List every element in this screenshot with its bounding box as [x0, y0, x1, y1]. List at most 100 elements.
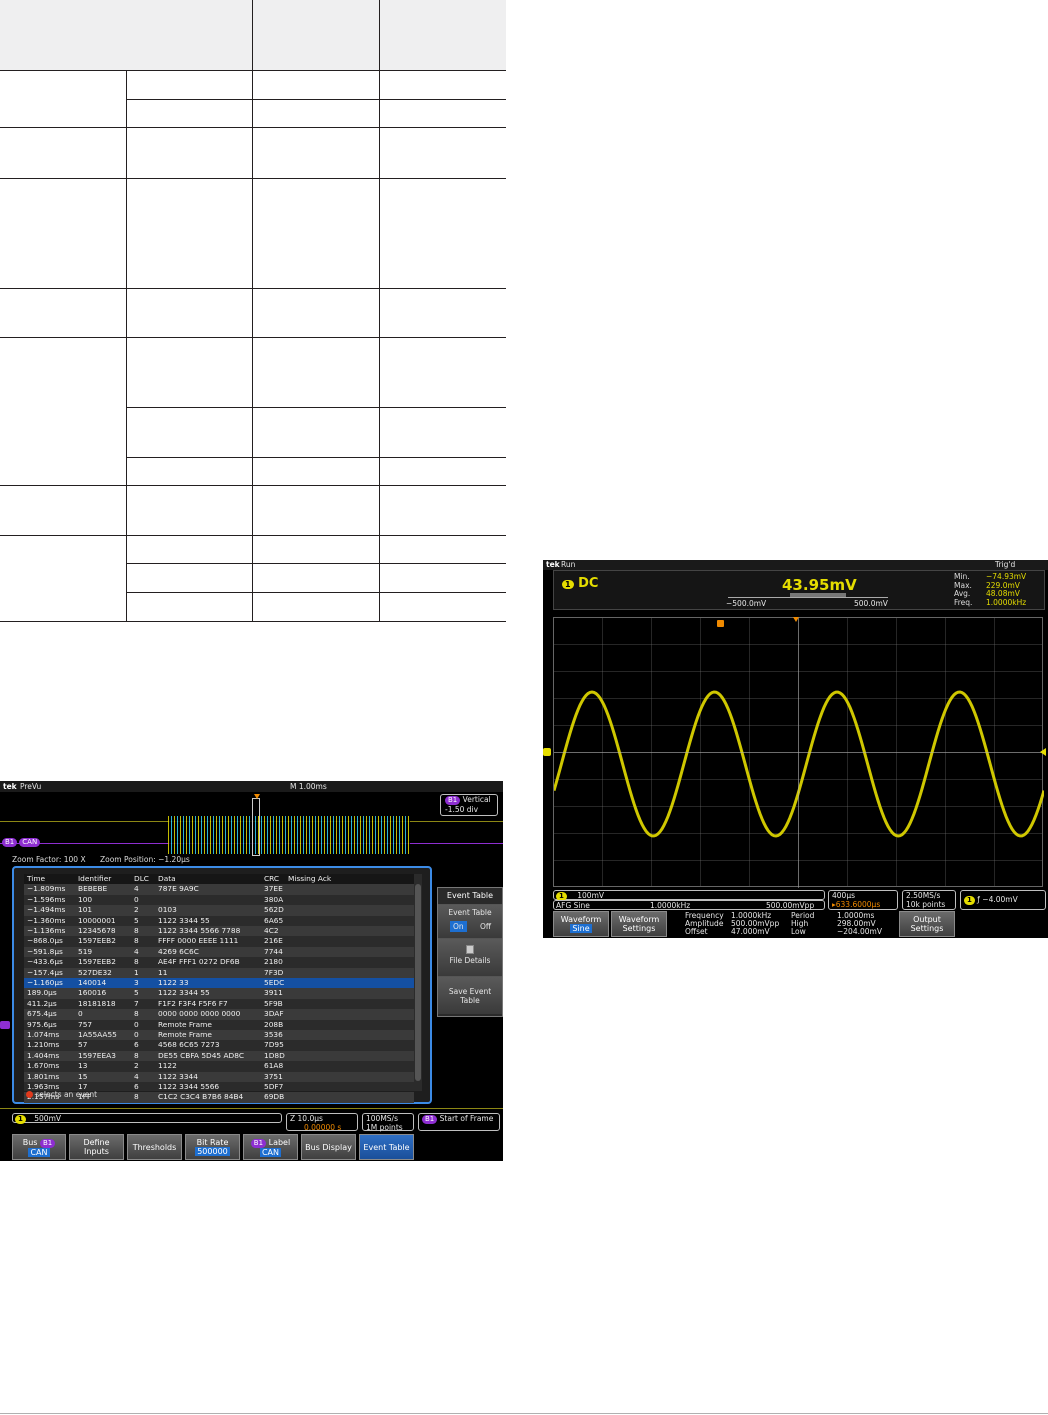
trigger-position: ▸633.6000µs	[832, 900, 881, 909]
cell-time: 1.074ms	[27, 1030, 60, 1039]
cell-time: 1.801ms	[27, 1071, 60, 1081]
cell-identifier: BEBEBE	[78, 884, 108, 894]
cell-identifier: 160016	[78, 988, 107, 998]
toggle-off[interactable]: Off	[480, 922, 491, 931]
table-row[interactable]: 1.404ms 1597EEA3 8 DE55 CBFA 5D45 AD8C 1D8D	[24, 1050, 414, 1062]
group-cell	[0, 288, 126, 338]
save-event-table-button[interactable]: Save Event Table	[438, 976, 502, 1014]
table-row[interactable]: −868.0µs 1597EEB2 8 FFFF 0000 EEEE 1111 216E	[24, 936, 414, 946]
ch1-scale-box[interactable]: 1 100mV	[553, 890, 825, 901]
waveform-button[interactable]: Waveform Sine	[553, 911, 609, 937]
center-v-axis	[798, 618, 799, 888]
table-row[interactable]: 189.0µs 160016 5 1122 3344 55 3911	[24, 988, 414, 999]
cell-crc: 7F3D	[264, 967, 284, 977]
ch1-scale-box[interactable]: 1 500mV	[12, 1113, 282, 1124]
table-row[interactable]: −1.809ms BEBEBE 4 787E 9A9C 37EE	[24, 884, 414, 895]
event-table-toggle[interactable]: Event Table On Off	[438, 904, 502, 938]
cell-time: −433.6µs	[27, 957, 63, 967]
table-row[interactable]: −1.494ms 101 2 0103 562D	[24, 905, 414, 916]
table-row[interactable]: −433.6µs 1597EEB2 8 AE4F FFF1 0272 DF6B 2180	[24, 957, 414, 967]
table-row[interactable]: 1.801ms 15 4 1122 3344 3751	[24, 1071, 414, 1082]
range-min: −500.0mV	[726, 599, 767, 608]
expansion-point-icon	[793, 617, 799, 622]
cell-identifier: 519	[78, 946, 93, 956]
cell-crc: 2180	[264, 957, 283, 967]
cell-time: −1.360ms	[27, 915, 66, 925]
table-row[interactable]: 975.6µs 757 0 Remote Frame 208B	[24, 1020, 414, 1030]
zoom-info: Zoom Factor: 100 X Zoom Position: −1.20µ…	[12, 855, 190, 864]
zoom-scale-box[interactable]: Z 10.0µs 0.00000 s	[286, 1113, 358, 1132]
table-row[interactable]: −591.8µs 519 4 4269 6C6C 7744	[24, 946, 414, 958]
define-inputs-button[interactable]: Define Inputs	[69, 1134, 124, 1160]
table-row[interactable]: −1.160µs 140014 3 1122 33 5EDC	[24, 978, 414, 989]
cell-dlc: 2	[134, 905, 139, 915]
group-cell	[0, 127, 126, 179]
trigger-level-marker[interactable]	[1040, 748, 1046, 756]
cell-crc: 4C2	[264, 926, 279, 935]
bus-side-marker	[0, 1021, 10, 1029]
waveform-settings-button[interactable]: Waveform Settings	[611, 911, 667, 937]
param-value: 47.000mV	[731, 927, 770, 937]
cell-dlc: 1	[134, 967, 139, 977]
readout-strip: 1 100mV AFG Sine 1.0000kHz 500.00mVpp 40…	[553, 890, 1048, 910]
label-button[interactable]: B1 Label CAN	[243, 1134, 298, 1160]
toggle-on[interactable]: On	[450, 921, 467, 932]
table-row[interactable]: 1.074ms 1A55AA55 0 Remote Frame 3536	[24, 1030, 414, 1041]
zoom-position: Zoom Position: −1.20µs	[99, 855, 190, 864]
table-row[interactable]: 411.2µs 18181818 7 F1F2 F3F4 F5F6 F7 5F9B	[24, 999, 414, 1009]
table-row[interactable]: 675.4µs 0 8 0000 0000 0000 0000 3DAF	[24, 1009, 414, 1020]
table-row[interactable]: 1.210ms 57 6 4568 6C65 7273 7D95	[24, 1040, 414, 1050]
table-row[interactable]: 1.670ms 13 2 1122 61A8	[24, 1061, 414, 1071]
vertical-position-box[interactable]: B1 Vertical -1.50 div	[440, 794, 498, 816]
acquisition-box[interactable]: 100MS/s 1M points	[362, 1113, 414, 1132]
event-table-header: Time Identifier DLC Data CRC Missing Ack	[24, 874, 414, 885]
cell-data: 1122 3344 55	[158, 915, 210, 925]
spec-table-header	[0, 0, 506, 71]
cell-dlc: 4	[134, 884, 139, 894]
acquisition-box[interactable]: 2.50MS/s 10k points	[902, 890, 956, 910]
acquisition-status: Run	[561, 560, 576, 569]
cell-identifier: 18181818	[78, 998, 116, 1008]
table-row[interactable]: −157.4µs 527DE32 1 11 7F3D	[24, 967, 414, 978]
event-table-scrollbar[interactable]	[415, 884, 421, 1081]
thresholds-button[interactable]: Thresholds	[127, 1134, 182, 1160]
cell-identifier: 0	[78, 1009, 83, 1019]
cell-identifier: 1597EEA3	[78, 1050, 116, 1060]
bus-select-button[interactable]: Bus B1 CAN	[12, 1134, 66, 1160]
output-settings-button[interactable]: Output Settings	[899, 911, 955, 937]
cell-crc: 6A65	[264, 915, 284, 925]
cell-data: 1122 3344 5566 7788	[158, 926, 241, 935]
file-details-button[interactable]: File Details	[438, 938, 502, 976]
event-hint: selects an event	[26, 1090, 97, 1099]
trigger-position-icon[interactable]	[717, 620, 724, 627]
cell-crc: 37EE	[264, 884, 283, 894]
cell-time: −868.0µs	[27, 936, 63, 946]
trigger-box[interactable]: B1 Start of Frame	[418, 1113, 500, 1131]
bit-rate-button[interactable]: Bit Rate 500000	[185, 1134, 240, 1160]
table-row[interactable]: −1.596ms 100 0 380A	[24, 895, 414, 905]
cell-dlc: 8	[134, 1009, 139, 1019]
trigger-type: Start of Frame	[439, 1114, 494, 1123]
cell-data: Remote Frame	[158, 1030, 212, 1039]
cell-data: 1122 3344	[158, 1071, 198, 1081]
sine-trace	[554, 690, 1044, 838]
ch1-ground-marker[interactable]	[543, 748, 551, 756]
horizontal-box[interactable]: 400µs ▸633.6000µs	[828, 890, 898, 910]
event-table-button[interactable]: Event Table	[359, 1134, 414, 1160]
table-row[interactable]: −1.136ms 12345678 8 1122 3344 5566 7788 4C2	[24, 926, 414, 937]
trigger-box[interactable]: 1 ƒ −4.00mV	[960, 890, 1046, 910]
zoom-scale: Z 10.0µs	[290, 1114, 323, 1123]
cell-dlc: 0	[134, 1019, 139, 1029]
cell-identifier: 101	[78, 905, 93, 915]
afg-parameters: Frequency 1.0000kHz Period 1.0000ms Amplitud…	[671, 911, 901, 937]
record-length: 1M points	[366, 1123, 403, 1132]
table-row	[0, 535, 506, 622]
scope-screen-afg-sine: tek Run Trig'd 1 DC 43.95mV −500.0mV 500…	[543, 560, 1048, 938]
cell-data: AE4F FFF1 0272 DF6B	[158, 957, 240, 967]
cell-data: F1F2 F3F4 F5F6 F7	[158, 998, 228, 1008]
cell-time: 189.0µs	[27, 988, 57, 998]
afg-box[interactable]: AFG Sine 1.0000kHz 500.00mVpp	[553, 900, 825, 910]
table-row[interactable]: −1.360ms 10000001 5 1122 3344 55 6A65	[24, 916, 414, 926]
bus-display-button[interactable]: Bus Display	[301, 1134, 356, 1160]
zoom-window-marker[interactable]	[252, 798, 260, 856]
